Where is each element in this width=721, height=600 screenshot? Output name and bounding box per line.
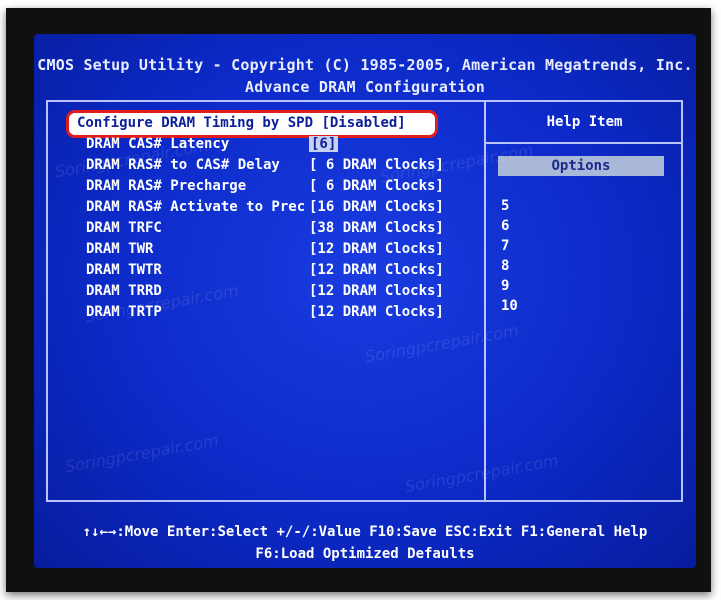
setting-ras-activate-value[interactable]: [16 DRAM Clocks] [309,199,444,215]
setting-trrd-value[interactable]: [12 DRAM Clocks] [309,283,444,299]
setting-trfc-value[interactable]: [38 DRAM Clocks] [309,220,444,236]
load-defaults-hint: F6:Load Optimized Defaults [255,546,475,562]
setting-twtr-value[interactable]: [12 DRAM Clocks] [309,262,444,278]
option-item[interactable]: 10 [501,298,518,314]
setting-trrd-label[interactable]: DRAM TRRD [86,283,162,299]
setting-twr-label[interactable]: DRAM TWR [86,241,153,257]
setting-ras-to-cas-value[interactable]: [ 6 DRAM Clocks] [309,157,444,173]
setting-cas-latency-value[interactable]: [6] [309,136,339,152]
bios-copyright-title: CMOS Setup Utility - Copyright (C) 1985-… [37,56,693,74]
settings-panel: Configure DRAM Timing by SPD [Disabled] … [46,100,683,502]
bios-screen: CMOS Setup Utility - Copyright (C) 1985-… [34,34,696,568]
option-item[interactable]: 8 [501,258,509,274]
page-title: Advance DRAM Configuration [245,78,485,96]
help-item-title: Help Item [546,114,623,130]
setting-ras-activate-label[interactable]: DRAM RAS# Activate to Prec [86,199,305,215]
configure-dram-timing-text: Configure DRAM Timing by SPD [Disabled] [77,115,406,131]
setting-ras-precharge-value[interactable]: [ 6 DRAM Clocks] [309,178,444,194]
option-item[interactable]: 5 [501,198,509,214]
setting-trfc-label[interactable]: DRAM TRFC [86,220,162,236]
setting-twr-value[interactable]: [12 DRAM Clocks] [309,241,444,257]
setting-cas-latency-label[interactable]: DRAM CAS# Latency [86,136,229,152]
monitor-photo-frame: CMOS Setup Utility - Copyright (C) 1985-… [6,8,711,592]
setting-ras-to-cas-label[interactable]: DRAM RAS# to CAS# Delay [86,157,280,173]
setting-trtp-value[interactable]: [12 DRAM Clocks] [309,304,444,320]
configure-dram-timing-row[interactable]: Configure DRAM Timing by SPD [Disabled] [66,110,438,138]
option-item[interactable]: 7 [501,238,509,254]
option-item[interactable]: 6 [501,218,509,234]
panel-divider [484,102,486,500]
option-item[interactable]: 9 [501,278,509,294]
options-header: Options [498,156,664,176]
setting-twtr-label[interactable]: DRAM TWTR [86,262,162,278]
setting-trtp-label[interactable]: DRAM TRTP [86,304,162,320]
key-help-line: ↑↓←→:Move Enter:Select +/-/:Value F10:Sa… [82,524,648,540]
setting-ras-precharge-label[interactable]: DRAM RAS# Precharge [86,178,246,194]
help-divider [486,142,683,144]
